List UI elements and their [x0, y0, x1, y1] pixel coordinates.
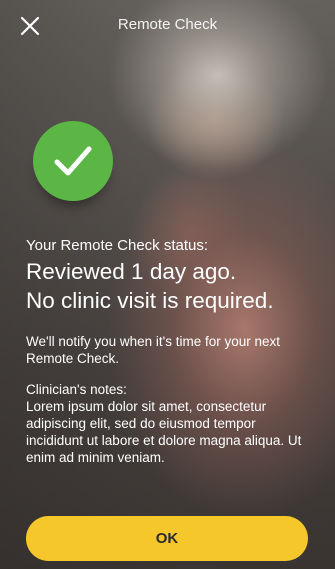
- status-check-badge: [33, 121, 113, 201]
- clinician-notes-text: Lorem ipsum dolor sit amet, consectetur …: [26, 399, 302, 465]
- checkmark-icon: [54, 146, 92, 176]
- ok-button[interactable]: OK: [26, 516, 308, 561]
- header-bar: Remote Check: [0, 0, 335, 56]
- status-label: Your Remote Check status:: [26, 237, 209, 254]
- remote-check-screen: Remote Check Your Remote Check status: R…: [0, 0, 335, 569]
- clinician-notes-label: Clinician's notes:: [26, 382, 127, 397]
- status-reviewed-text: Reviewed 1 day ago.: [26, 259, 237, 284]
- status-content: Your Remote Check status: Reviewed 1 day…: [26, 236, 316, 466]
- notify-message: We'll notify you when it's time for your…: [26, 334, 281, 366]
- status-visit-text: No clinic visit is required.: [26, 288, 274, 313]
- page-title: Remote Check: [117, 16, 218, 33]
